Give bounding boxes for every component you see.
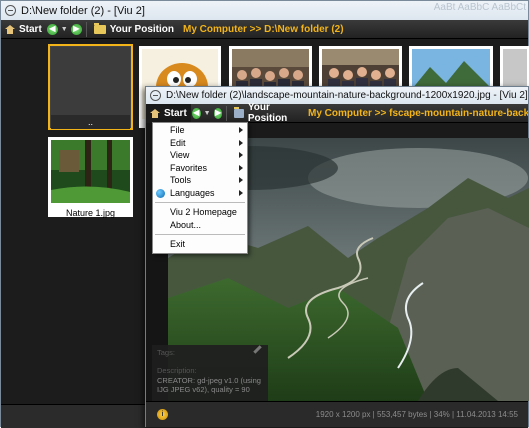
your-position-label: Your Position [109, 23, 174, 35]
thumbnail-nature-1[interactable]: Nature 1.jpg [48, 137, 133, 218]
start-button[interactable]: Start [1, 20, 46, 39]
menu-item-homepage[interactable]: Viu 2 Homepage [153, 206, 247, 219]
viewer-your-position-label: Your Position [247, 102, 288, 124]
viewer-window: D:\New folder (2)\landscape-mountain-nat… [145, 86, 529, 427]
folder-icon [93, 22, 106, 34]
viewer-status-text: 1920 x 1200 px | 553,457 bytes | 34% | 1… [315, 410, 518, 419]
viewer-title-bar[interactable]: D:\New folder (2)\landscape-mountain-nat… [146, 87, 528, 104]
submenu-arrow-icon [239, 152, 243, 158]
menu-item-languages[interactable]: Languages [153, 187, 247, 200]
submenu-arrow-icon [239, 189, 243, 196]
viu-app-icon [5, 5, 16, 16]
info-icon[interactable]: i [157, 409, 168, 420]
submenu-arrow-icon [239, 164, 243, 171]
viu-app-icon [150, 90, 161, 101]
viewer-breadcrumb-path[interactable]: My Computer >> fscape-mountain-nature-ba… [303, 108, 528, 119]
viewer-start-button[interactable]: Start [146, 103, 191, 123]
home-icon [150, 108, 160, 118]
menu-item-label: Edit [170, 137, 186, 148]
toolbar-divider [226, 105, 228, 121]
menu-item-about[interactable]: About... [153, 219, 247, 232]
menu-separator [155, 234, 245, 235]
thumbnail-caption: Nature 1.jpg [65, 208, 116, 218]
chevron-down-icon[interactable]: ▼ [204, 110, 211, 117]
toolbar-divider [85, 21, 87, 37]
menu-item-label: View [170, 150, 190, 160]
main-window-title: D:\New folder (2) - [Viu 2] [21, 4, 145, 17]
main-title-bar[interactable]: D:\New folder (2) - [Viu 2] AaBt AaBbC A… [1, 1, 528, 20]
monitor-icon [234, 106, 244, 118]
menu-item-label: About... [170, 219, 202, 230]
empty-preview [51, 47, 130, 115]
menu-separator [155, 202, 245, 203]
arrow-right-icon[interactable]: ▶ [213, 107, 223, 119]
main-toolbar: Start ◀ ▼ ▶ Your Position My Computer >>… [1, 20, 528, 39]
breadcrumb-path[interactable]: My Computer >> D:\New folder (2) [178, 24, 344, 35]
menu-item-edit[interactable]: Edit [153, 137, 247, 150]
arrow-left-icon[interactable]: ◀ [191, 107, 201, 119]
chevron-down-icon[interactable]: ▼ [61, 26, 68, 33]
your-position-button[interactable]: Your Position [90, 20, 178, 39]
background-ghost-text: AaBt AaBbC AaBbCt [433, 2, 526, 13]
viewer-window-title: D:\New folder (2)\landscape-mountain-nat… [166, 90, 528, 101]
menu-item-file[interactable]: File [153, 124, 247, 137]
start-label: Start [19, 23, 42, 35]
thumbnail-caption: .. [51, 115, 130, 129]
menu-item-view[interactable]: View [153, 149, 247, 162]
menu-item-label: Exit [170, 239, 186, 249]
metadata-panel: Tags: Description: CREATOR: gd-jpeg v1.0… [152, 345, 268, 401]
submenu-arrow-icon [239, 127, 243, 133]
viewer-start-label: Start [164, 107, 187, 119]
submenu-arrow-icon [239, 139, 243, 146]
start-menu: File Edit View Favorites Tools Languages… [152, 122, 248, 254]
viewer-status-bar: i 1920 x 1200 px | 553,457 bytes | 34% |… [146, 401, 528, 427]
menu-item-label: Viu 2 Homepage [170, 207, 237, 217]
menu-item-tools[interactable]: Tools [153, 174, 247, 187]
home-icon [5, 24, 15, 34]
arrow-right-icon[interactable]: ▶ [70, 23, 82, 35]
arrow-left-icon[interactable]: ◀ [46, 23, 58, 35]
description-text: CREATOR: gd-jpeg v1.0 (using IJG JPEG v6… [157, 376, 261, 394]
menu-item-label: Languages [170, 187, 215, 198]
menu-item-label: Favorites [170, 162, 208, 173]
forest-photo-image [51, 140, 130, 203]
menu-item-favorites[interactable]: Favorites [153, 162, 247, 175]
thumbnail-parent-folder[interactable]: .. [48, 44, 133, 130]
description-label: Description: [157, 366, 197, 375]
submenu-arrow-icon [239, 177, 243, 183]
tags-label: Tags: [157, 348, 175, 357]
globe-icon [156, 188, 165, 198]
menu-item-exit[interactable]: Exit [153, 238, 247, 251]
viewer-toolbar: Start ◀ ▼ ▶ Your Position My Computer >>… [146, 102, 528, 124]
viewer-your-position-button[interactable]: Your Position [230, 102, 303, 124]
menu-item-label: File [170, 125, 185, 135]
menu-item-label: Tools [170, 175, 192, 185]
